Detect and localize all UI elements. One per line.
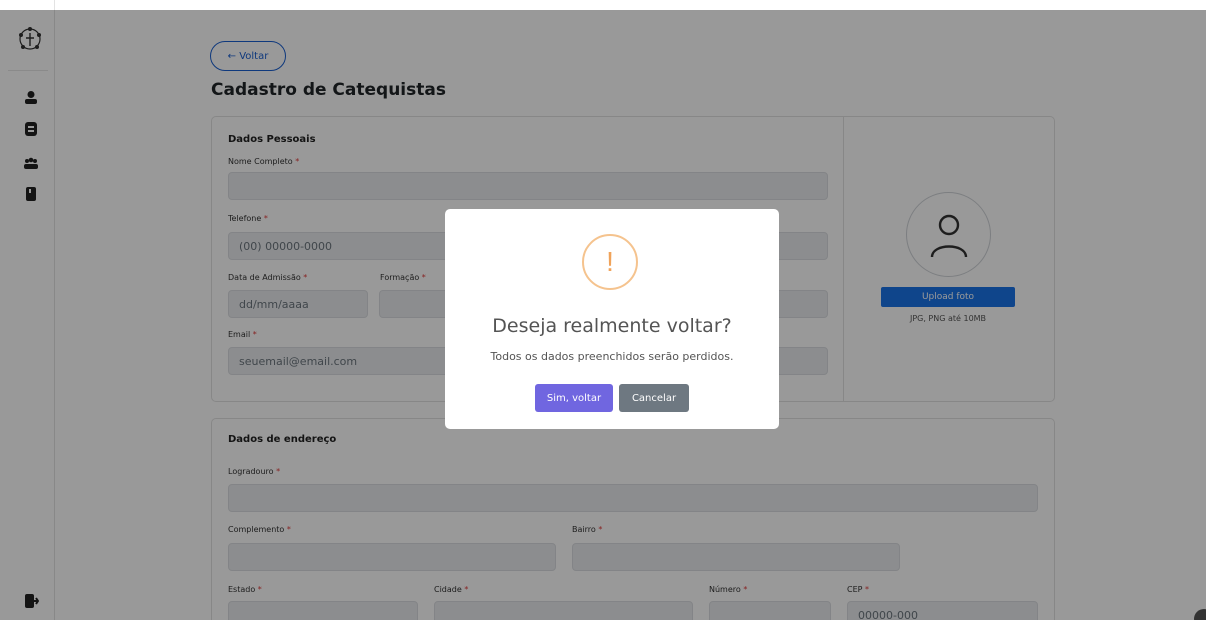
dialog-title: Deseja realmente voltar? [492, 315, 732, 337]
warning-icon: ! [582, 234, 638, 290]
top-strip [0, 0, 1206, 10]
confirm-dialog: ! Deseja realmente voltar? Todos os dado… [445, 209, 779, 429]
dialog-message: Todos os dados preenchidos serão perdido… [490, 350, 734, 363]
confirm-back-button[interactable]: Sim, voltar [535, 384, 613, 412]
cancel-button[interactable]: Cancelar [619, 384, 689, 412]
